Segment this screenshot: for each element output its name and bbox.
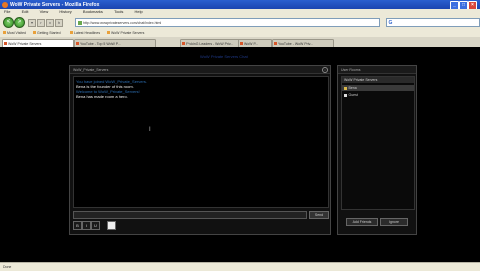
chat-header: WoW_Private_Servers × (70, 66, 330, 74)
underline-button[interactable]: U (91, 221, 100, 230)
italic-button[interactable]: I (82, 221, 91, 230)
user-panel: User Rooms WoW Private Servers Bena Gues… (337, 65, 417, 235)
menu-history[interactable]: History (59, 9, 71, 14)
stop-button[interactable]: x (46, 19, 54, 27)
back-button[interactable]: < (3, 17, 14, 28)
chat-panel: WoW_Private_Servers × You have joined Wo… (69, 65, 331, 235)
menu-bookmarks[interactable]: Bookmarks (83, 9, 103, 14)
room-name-row[interactable]: WoW Private Servers (342, 77, 414, 83)
address-bar[interactable]: http://www.wowprivateservers.com/chat/in… (75, 18, 380, 27)
user-name: Guest (348, 93, 358, 97)
menu-file[interactable]: File (4, 9, 10, 14)
chat-close-icon[interactable]: × (322, 67, 328, 73)
site-favicon-icon (77, 20, 82, 25)
chat-room-title: WoW_Private_Servers (73, 67, 109, 72)
add-friends-button[interactable]: Add Friends (346, 218, 378, 226)
tab-favicon-icon (182, 41, 185, 45)
chat-message-input[interactable] (73, 211, 307, 219)
bold-button[interactable]: B (73, 221, 82, 230)
user-row[interactable]: Bena (342, 85, 414, 91)
chat-log: You have joined WoW_Private_Servers. Ben… (73, 76, 329, 208)
room-name: WoW Private Servers (344, 78, 378, 82)
menu-edit[interactable]: Edit (22, 9, 29, 14)
send-button[interactable]: Send (309, 211, 329, 219)
tab-favicon-icon (240, 41, 243, 45)
tab-label: WoW Private Servers (8, 41, 42, 46)
chat-input-row: Send (73, 211, 329, 219)
tab-label: WoW P... (244, 41, 259, 46)
bookmark-latest-headlines[interactable]: Latest Headlines (70, 31, 100, 35)
color-picker-button[interactable] (107, 221, 116, 230)
text-cursor-icon: I (149, 127, 151, 133)
page-top-link[interactable]: WoW Private Servers Chat (200, 54, 248, 59)
tab-label: YouTube - WoW Priv... (278, 41, 314, 46)
user-panel-header: User Rooms (338, 66, 416, 74)
google-search-icon: G (388, 20, 393, 26)
dropdown-history-button[interactable]: ▾ (28, 19, 36, 27)
menu-view[interactable]: View (40, 9, 49, 14)
tab-favicon-icon (274, 41, 277, 45)
user-icon (344, 93, 347, 97)
tab-youtube-top5[interactable]: YouTube - Top 5 WoW P... (74, 39, 156, 47)
tab-wow-private-servers[interactable]: WoW Private Servers (2, 39, 74, 47)
user-row[interactable]: Guest (342, 92, 414, 98)
tab-favicon-icon (76, 41, 79, 45)
window-title: WoW Private Servers - Mozilla Firefox (10, 1, 100, 8)
reload-button[interactable]: r (37, 19, 45, 27)
user-crown-icon (344, 86, 347, 90)
bookmark-most-visited[interactable]: Most Visited (3, 31, 26, 35)
tab-label: F*ckinG Leaders - WoW Priv... (186, 41, 234, 46)
search-box[interactable]: G (386, 18, 480, 27)
address-url: http://www.wowprivateservers.com/chat/in… (83, 20, 162, 25)
bookmark-getting-started[interactable]: Getting Started (33, 31, 61, 35)
chat-line: Bena has made room a hero. (76, 94, 128, 99)
bookmark-wow-private-servers[interactable]: WoW Private Servers (107, 31, 144, 35)
window-titlebar: WoW Private Servers - Mozilla Firefox _ … (0, 0, 480, 10)
menu-help[interactable]: Help (135, 9, 143, 14)
menu-tools[interactable]: Tools (114, 9, 123, 14)
ignore-button[interactable]: Ignore (380, 218, 408, 226)
user-name: Bena (348, 86, 357, 90)
tab-wow-p[interactable]: WoW P... (238, 39, 272, 47)
page-content: WoW Private Servers Chat WoW_Private_Ser… (0, 47, 480, 262)
tab-youtube-wow[interactable]: YouTube - WoW Priv... (272, 39, 334, 47)
home-button[interactable]: h (55, 19, 63, 27)
tab-label: YouTube - Top 5 WoW P... (80, 41, 121, 46)
user-list: WoW Private Servers Bena Guest (341, 76, 415, 210)
user-panel-title: User Rooms (341, 67, 361, 72)
firefox-icon (2, 1, 8, 8)
tab-favicon-icon (4, 41, 7, 45)
status-text: Done (3, 265, 12, 269)
navigation-toolbar: < > ▾ r x h http://www.wowprivateservers… (0, 15, 480, 30)
forward-button[interactable]: > (14, 17, 25, 28)
